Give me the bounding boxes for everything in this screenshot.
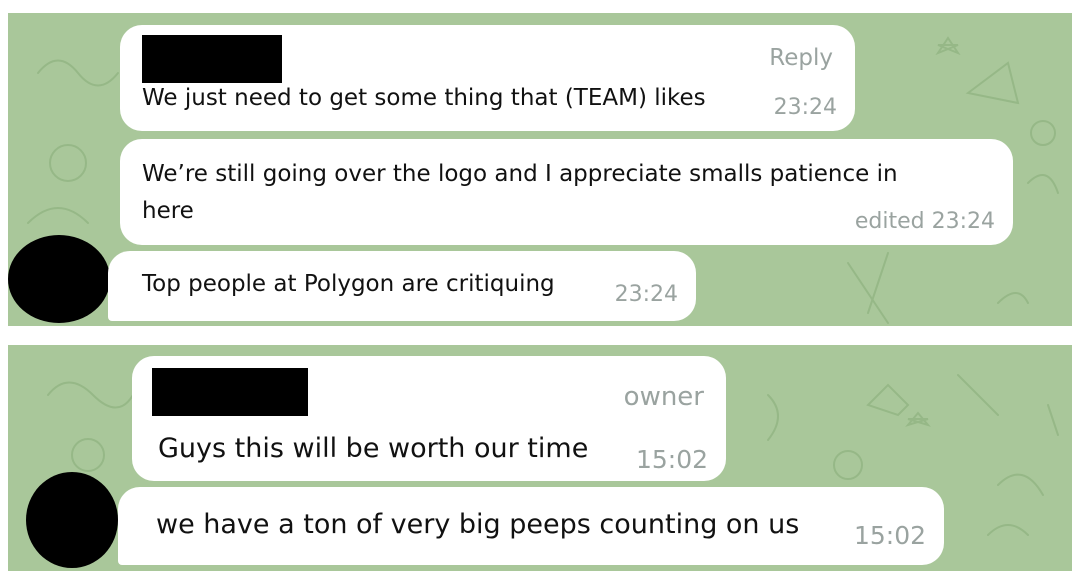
message-time: 23:24 (614, 282, 678, 307)
message-time: 15:02 (635, 445, 708, 474)
message-text: Top people at Polygon are critiquing (142, 271, 555, 297)
chat-panel-bottom: owner Guys this will be worth our time 1… (8, 345, 1072, 571)
redacted-sender-name (142, 35, 282, 83)
message-time: edited 23:24 (854, 209, 995, 234)
reply-badge[interactable]: Reply (769, 45, 833, 71)
message-text-line-1: We’re still going over the logo and I ap… (142, 161, 898, 187)
message-bubble-1[interactable]: Reply We just need to get some thing tha… (120, 25, 855, 131)
sender-avatar[interactable] (26, 472, 118, 568)
message-bubble-3[interactable]: Top people at Polygon are critiquing 23:… (108, 251, 696, 321)
chat-panel-top: Reply We just need to get some thing tha… (8, 13, 1072, 326)
redacted-sender-name (152, 368, 308, 416)
message-text: Guys this will be worth our time (158, 433, 589, 464)
owner-badge: owner (623, 382, 704, 412)
message-bubble-4[interactable]: owner Guys this will be worth our time 1… (132, 356, 726, 481)
message-text: we have a ton of very big peeps counting… (156, 509, 800, 540)
sender-avatar[interactable] (8, 235, 110, 323)
message-text-line-2: here (142, 198, 194, 224)
message-bubble-5[interactable]: we have a ton of very big peeps counting… (118, 487, 944, 565)
message-text: We just need to get some thing that (TEA… (142, 85, 706, 111)
message-time: 23:24 (773, 95, 837, 120)
message-time: 15:02 (853, 521, 926, 550)
message-bubble-2[interactable]: We’re still going over the logo and I ap… (120, 139, 1013, 245)
